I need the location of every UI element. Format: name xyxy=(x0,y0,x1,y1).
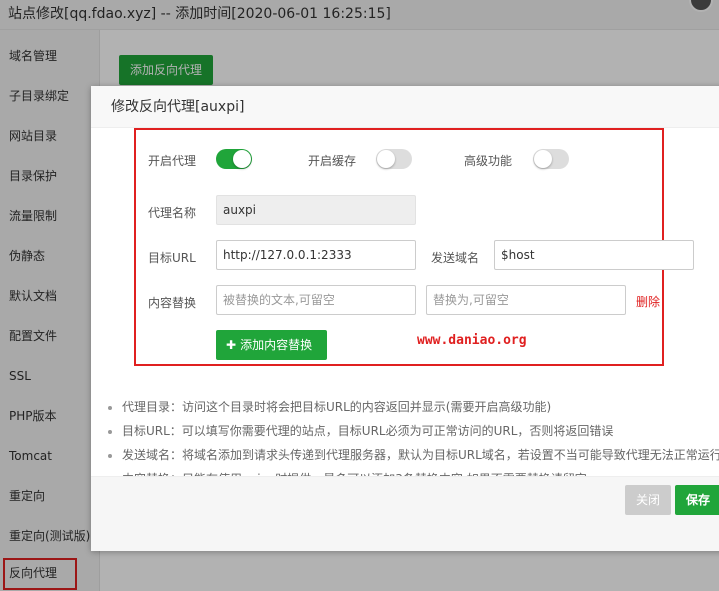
content-replace-label: 内容替换 xyxy=(148,296,197,310)
proxy-name-label: 代理名称 xyxy=(148,206,197,220)
send-domain-input[interactable]: $host xyxy=(494,240,694,270)
advanced-label: 高级功能 xyxy=(464,154,513,168)
enable-proxy-label: 开启代理 xyxy=(148,154,197,168)
dialog-title: 修改反向代理[auxpi] xyxy=(91,86,719,128)
replace-to-input[interactable] xyxy=(426,285,626,315)
enable-cache-label: 开启缓存 xyxy=(308,154,357,168)
delete-replace-link[interactable]: 删除 xyxy=(636,293,660,310)
send-domain-label: 发送域名 xyxy=(431,251,480,265)
bullet-icon xyxy=(108,453,112,458)
add-content-replace-label: 添加内容替换 xyxy=(240,338,313,352)
dialog-footer: 关闭 保存 xyxy=(91,476,719,551)
tip-item: 目标URL：可以填写你需要代理的站点，目标URL必须为可正常访问的URL，否则将… xyxy=(108,419,719,443)
proxy-name-field: auxpi xyxy=(216,195,416,225)
tip-text: 发送域名：将域名添加到请求头传递到代理服务器，默认为目标URL域名，若设置不当可… xyxy=(122,448,719,462)
close-button[interactable]: 关闭 xyxy=(625,485,671,515)
tip-item: 发送域名：将域名添加到请求头传递到代理服务器，默认为目标URL域名，若设置不当可… xyxy=(108,443,719,467)
enable-cache-toggle[interactable] xyxy=(376,149,412,169)
tip-text: 目标URL：可以填写你需要代理的站点，目标URL必须为可正常访问的URL，否则将… xyxy=(122,424,614,438)
target-url-label: 目标URL xyxy=(148,251,196,265)
tip-item: 代理目录：访问这个目录时将会把目标URL的内容返回并显示(需要开启高级功能) xyxy=(108,395,719,419)
watermark-text: www.daniao.org xyxy=(417,333,527,348)
save-button[interactable]: 保存 xyxy=(675,485,719,515)
edit-proxy-dialog: 修改反向代理[auxpi] 开启代理 开启缓存 高级功能 代理名称 auxpi … xyxy=(91,86,719,551)
tip-text: 代理目录：访问这个目录时将会把目标URL的内容返回并显示(需要开启高级功能) xyxy=(122,400,552,414)
plus-icon: ✚ xyxy=(226,338,237,352)
toggle-knob xyxy=(233,150,251,168)
enable-proxy-toggle[interactable] xyxy=(216,149,252,169)
bullet-icon xyxy=(108,405,112,410)
advanced-toggle[interactable] xyxy=(533,149,569,169)
bullet-icon xyxy=(108,429,112,434)
replace-from-input[interactable] xyxy=(216,285,416,315)
toggle-knob xyxy=(534,150,552,168)
toggle-knob xyxy=(377,150,395,168)
target-url-input[interactable]: http://127.0.0.1:2333 xyxy=(216,240,416,270)
add-content-replace-button[interactable]: ✚ 添加内容替换 xyxy=(216,330,327,360)
